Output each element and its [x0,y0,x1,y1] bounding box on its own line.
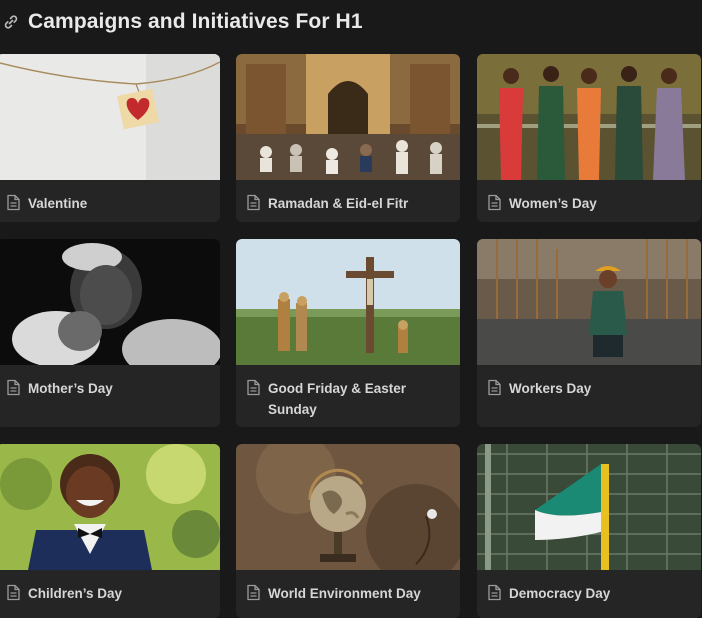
page-icon [488,584,501,601]
gallery-card-childrens-day[interactable]: Children’s Day [0,444,220,618]
page-icon [488,379,501,396]
card-cover-image [236,239,460,365]
card-cover-image [477,444,701,570]
card-title: Mother’s Day [28,381,113,396]
card-title: Democracy Day [509,586,611,601]
card-title: Good Friday & Easter Sunday [268,381,407,417]
card-title: Women’s Day [509,196,597,211]
card-title: Valentine [28,196,88,211]
card-title: Ramadan & Eid-el Fitr [268,196,409,211]
page-icon [488,194,501,211]
card-title: Children’s Day [28,586,123,601]
gallery-card-good-friday-easter[interactable]: Good Friday & Easter Sunday [236,239,460,427]
gallery-card-democracy-day[interactable]: Democracy Day [477,444,701,618]
page-icon [7,194,20,211]
page-title: Campaigns and Initiatives For H1 [28,10,363,33]
gallery-card-world-environment-day[interactable]: World Environment Day [236,444,460,618]
gallery-card-mothers-day[interactable]: Mother’s Day [0,239,220,427]
card-cover-image [0,444,220,570]
page-icon [7,584,20,601]
card-cover-image [477,54,701,180]
card-title: World Environment Day [268,586,421,601]
gallery-card-valentine[interactable]: Valentine [0,54,220,222]
card-title: Workers Day [509,381,592,396]
page-header: Campaigns and Initiatives For H1 [0,8,363,36]
card-cover-image [477,239,701,365]
card-cover-image [0,239,220,365]
card-cover-image [236,444,460,570]
page-icon [247,584,260,601]
link-icon [4,15,18,29]
gallery-card-womens-day[interactable]: Women’s Day [477,54,701,222]
page-icon [7,379,20,396]
page-icon [247,194,260,211]
gallery-card-ramadan[interactable]: Ramadan & Eid-el Fitr [236,54,460,222]
page-icon [247,379,260,396]
card-cover-image [0,54,220,180]
gallery-card-workers-day[interactable]: Workers Day [477,239,701,427]
card-cover-image [236,54,460,180]
